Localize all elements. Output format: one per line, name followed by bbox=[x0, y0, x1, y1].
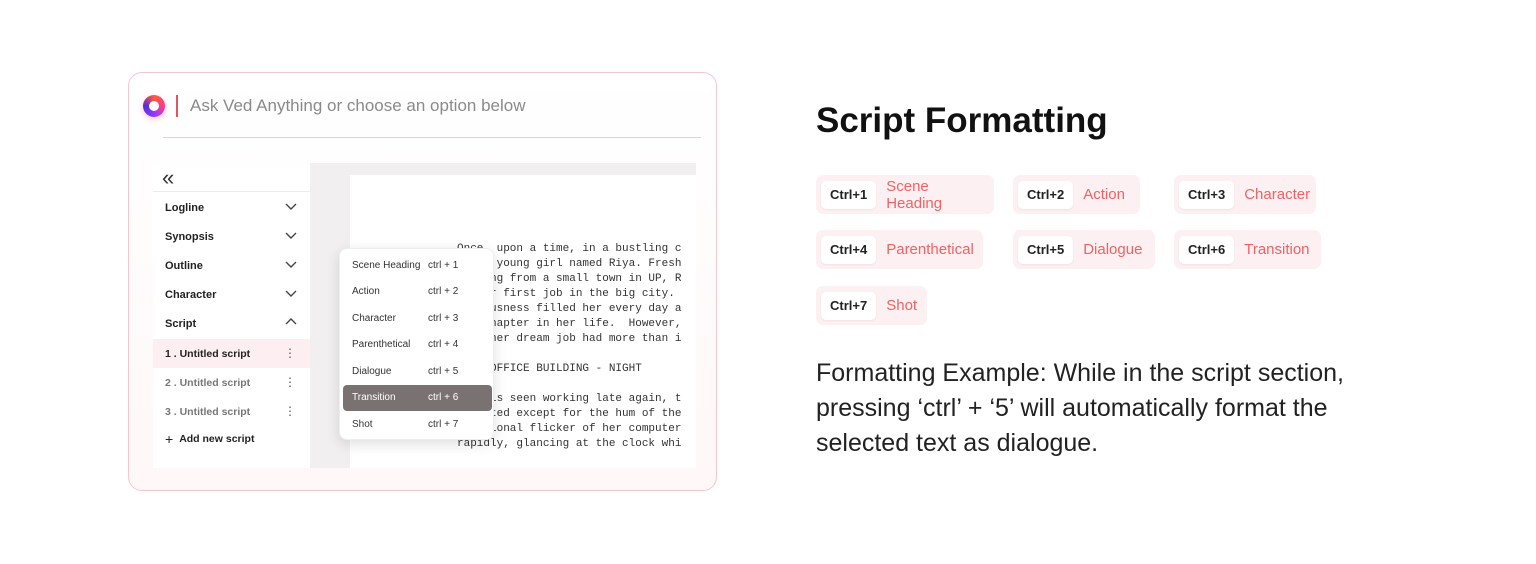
format-name: Character bbox=[352, 312, 396, 324]
shortcut-key: Ctrl+6 bbox=[1179, 235, 1235, 264]
page-title: Script Formatting bbox=[816, 101, 1108, 140]
chevron-down-icon bbox=[284, 286, 298, 300]
shortcut-label: Transition bbox=[1244, 241, 1310, 258]
plus-icon: + bbox=[165, 431, 174, 447]
format-name: Dialogue bbox=[352, 365, 392, 377]
format-shortcut: ctrl + 6 bbox=[428, 392, 459, 403]
sidebar-item-character[interactable]: Character bbox=[153, 280, 310, 309]
format-shortcut: ctrl + 4 bbox=[428, 339, 459, 350]
format-name: Parenthetical bbox=[352, 339, 411, 350]
sidebar-item-label: Logline bbox=[165, 201, 205, 214]
sidebar-item-label: Outline bbox=[165, 259, 203, 272]
chevron-down-icon bbox=[284, 257, 298, 271]
script-item-label: 2 . Untitled script bbox=[165, 376, 251, 389]
sidebar-divider bbox=[153, 191, 310, 192]
add-new-script-button[interactable]: + Add new script bbox=[165, 431, 254, 447]
format-shortcut: ctrl + 5 bbox=[428, 365, 459, 377]
ask-input-placeholder[interactable]: Ask Ved Anything or choose an option bel… bbox=[190, 96, 526, 116]
script-list-item[interactable]: 2 . Untitled script ⋮ bbox=[153, 368, 310, 397]
script-list-item[interactable]: 3 . Untitled script ⋮ bbox=[153, 397, 310, 426]
sidebar-item-logline[interactable]: Logline bbox=[153, 193, 310, 222]
sidebar-item-label: Character bbox=[165, 288, 217, 301]
more-options-icon[interactable]: ⋮ bbox=[284, 346, 296, 360]
sidebar-item-label: Synopsis bbox=[165, 230, 214, 243]
format-menu-item[interactable]: Parenthetical ctrl + 4 bbox=[343, 332, 492, 358]
format-shortcut: ctrl + 3 bbox=[428, 312, 459, 324]
format-menu-item[interactable]: Action ctrl + 2 bbox=[343, 279, 492, 305]
formatting-example: Formatting Example: While in the script … bbox=[816, 359, 1344, 457]
sidebar-item-label: Script bbox=[165, 317, 197, 330]
shortcut-label: Scene Heading bbox=[886, 177, 943, 212]
script-item-label: 3 . Untitled script bbox=[165, 405, 251, 418]
more-options-icon[interactable]: ⋮ bbox=[284, 404, 296, 418]
format-name: Scene Heading bbox=[352, 259, 421, 271]
editor-panel: « Logline Synopsis Outline Character Scr… bbox=[153, 163, 696, 468]
format-name: Action bbox=[352, 286, 380, 297]
ask-bar[interactable]: Ask Ved Anything or choose an option bel… bbox=[143, 93, 703, 119]
format-menu-item[interactable]: Dialogue ctrl + 5 bbox=[343, 358, 492, 384]
script-line: rapidly, glancing at the clock whi bbox=[457, 438, 682, 450]
format-shortcut: ctrl + 1 bbox=[428, 259, 459, 271]
sidebar-item-outline[interactable]: Outline bbox=[153, 251, 310, 280]
text-cursor bbox=[176, 95, 178, 117]
shortcut-label: Dialogue bbox=[1083, 241, 1143, 258]
chevron-down-icon bbox=[284, 228, 298, 242]
shortcut-chip: Ctrl+1 Scene Heading bbox=[816, 175, 994, 214]
format-menu-item[interactable]: Character ctrl + 3 bbox=[343, 305, 492, 331]
format-shortcut: ctrl + 2 bbox=[428, 286, 459, 297]
shortcut-chip: Ctrl+2 Action bbox=[1013, 175, 1140, 214]
script-item-label: 1 . Untitled script bbox=[165, 347, 251, 360]
collapse-sidebar-icon[interactable]: « bbox=[162, 167, 174, 189]
chevron-up-icon bbox=[284, 315, 298, 329]
format-menu-item[interactable]: Shot ctrl + 7 bbox=[343, 411, 492, 437]
shortcut-label: Parenthetical bbox=[886, 241, 974, 258]
shortcut-chip: Ctrl+7 Shot bbox=[816, 286, 927, 325]
shortcut-chip: Ctrl+3 Character bbox=[1174, 175, 1316, 214]
format-menu-item[interactable]: Transition ctrl + 6 bbox=[343, 384, 492, 411]
shortcut-label: Character bbox=[1244, 186, 1311, 203]
shortcut-label: Action bbox=[1083, 186, 1125, 203]
shortcut-key: Ctrl+3 bbox=[1179, 180, 1235, 209]
ved-app-window: Ask Ved Anything or choose an option bel… bbox=[128, 72, 717, 491]
chevron-down-icon bbox=[284, 199, 298, 213]
shortcut-chip: Ctrl+6 Transition bbox=[1174, 230, 1321, 269]
shortcut-key: Ctrl+7 bbox=[821, 291, 877, 320]
shortcut-label: Shot bbox=[886, 297, 918, 314]
ved-logo-icon bbox=[143, 95, 165, 117]
format-name: Shot bbox=[352, 418, 373, 430]
ask-divider bbox=[163, 137, 701, 138]
script-list-item[interactable]: 1 . Untitled script ⋮ bbox=[153, 339, 310, 368]
more-options-icon[interactable]: ⋮ bbox=[284, 375, 296, 389]
sidebar-item-script[interactable]: Script bbox=[153, 309, 310, 338]
shortcut-key: Ctrl+4 bbox=[821, 235, 877, 264]
shortcut-chip: Ctrl+5 Dialogue bbox=[1013, 230, 1155, 269]
add-new-script-label: Add new script bbox=[179, 433, 255, 445]
shortcut-chip: Ctrl+4 Parenthetical bbox=[816, 230, 983, 269]
format-menu-item[interactable]: Scene Heading ctrl + 1 bbox=[343, 252, 492, 278]
format-menu: Scene Heading ctrl + 1 Action ctrl + 2 Chara… bbox=[339, 248, 494, 440]
shortcut-key: Ctrl+5 bbox=[1018, 235, 1074, 264]
format-name: Transition bbox=[352, 392, 396, 403]
format-shortcut: ctrl + 7 bbox=[428, 418, 459, 430]
sidebar-item-synopsis[interactable]: Synopsis bbox=[153, 222, 310, 251]
sidebar: « Logline Synopsis Outline Character Scr… bbox=[153, 163, 310, 468]
shortcut-key: Ctrl+1 bbox=[821, 180, 877, 209]
shortcut-key: Ctrl+2 bbox=[1018, 180, 1074, 209]
